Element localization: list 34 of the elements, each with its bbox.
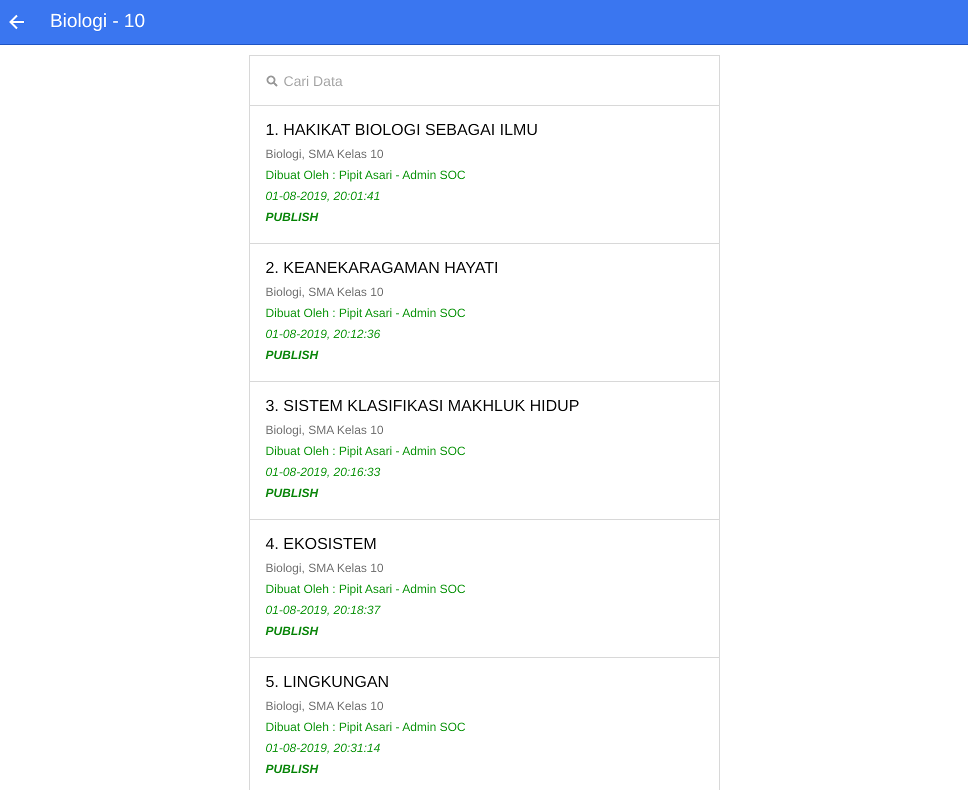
back-button[interactable] — [8, 13, 26, 31]
list-item[interactable]: 3. SISTEM KLASIFIKASI MAKHLUK HIDUP Biologi, SMA Kelas 10 Dibuat Oleh : Pipit Asari - Admin SOC 01-08-2019, 20:16:33 PUBLISH — [250, 382, 718, 520]
item-date: 01-08-2019, 20:01:41 — [266, 188, 380, 205]
list-item[interactable]: 4. EKOSISTEM Biologi, SMA Kelas 10 Dibuat Oleh : Pipit Asari - Admin SOC 01-08-2019, 20:18:37 PUBLISH — [250, 520, 718, 658]
item-date: 01-08-2019, 20:18:37 — [266, 602, 380, 619]
item-status: PUBLISH — [266, 209, 318, 226]
item-date: 01-08-2019, 20:12:36 — [266, 326, 380, 343]
item-status: PUBLISH — [266, 761, 318, 778]
item-date: 01-08-2019, 20:31:14 — [266, 740, 380, 757]
back-arrow-icon — [8, 13, 26, 31]
item-date: 01-08-2019, 20:16:33 — [266, 464, 380, 481]
item-title: 5. LINGKUNGAN — [266, 673, 390, 693]
page-title: Biologi - 10 — [50, 11, 146, 33]
item-author: Dibuat Oleh : Pipit Asari - Admin SOC — [266, 305, 466, 322]
list-item[interactable]: 5. LINGKUNGAN Biologi, SMA Kelas 10 Dibuat Oleh : Pipit Asari - Admin SOC 01-08-2019, 20:31:14 PUBLISH — [250, 658, 718, 790]
search-icon — [266, 74, 278, 86]
item-subject: Biologi, SMA Kelas 10 — [266, 560, 384, 577]
item-subject: Biologi, SMA Kelas 10 — [266, 422, 384, 439]
item-title: 3. SISTEM KLASIFIKASI MAKHLUK HIDUP — [266, 397, 580, 417]
list-item[interactable]: 2. KEANEKARAGAMAN HAYATI Biologi, SMA Kelas 10 Dibuat Oleh : Pipit Asari - Admin SOC 01-08-2019, 20:12:36 PUBLISH — [250, 244, 718, 382]
list-item[interactable]: 1. HAKIKAT BIOLOGI SEBAGAI ILMU Biologi, SMA Kelas 10 Dibuat Oleh : Pipit Asari - Admin SOC 01-08-2019, 20:01:41 PUBLISH — [250, 106, 718, 244]
item-status: PUBLISH — [266, 347, 318, 364]
item-author: Dibuat Oleh : Pipit Asari - Admin SOC — [266, 581, 466, 598]
item-status: PUBLISH — [266, 623, 318, 640]
item-title: 1. HAKIKAT BIOLOGI SEBAGAI ILMU — [266, 121, 538, 141]
item-author: Dibuat Oleh : Pipit Asari - Admin SOC — [266, 443, 466, 460]
item-author: Dibuat Oleh : Pipit Asari - Admin SOC — [266, 719, 466, 736]
item-status: PUBLISH — [266, 485, 318, 502]
item-subject: Biologi, SMA Kelas 10 — [266, 146, 384, 163]
item-title: 4. EKOSISTEM — [266, 535, 377, 555]
item-title: 2. KEANEKARAGAMAN HAYATI — [266, 259, 498, 279]
item-subject: Biologi, SMA Kelas 10 — [266, 698, 384, 715]
item-author: Dibuat Oleh : Pipit Asari - Admin SOC — [266, 167, 466, 184]
item-subject: Biologi, SMA Kelas 10 — [266, 284, 384, 301]
